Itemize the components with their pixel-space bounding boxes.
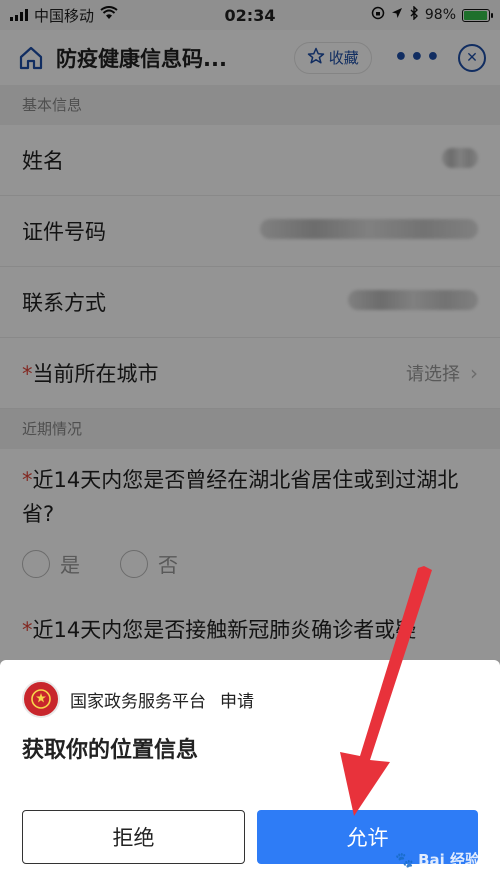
- baidu-watermark: 🐾 Bai 经验: [395, 849, 480, 870]
- permission-title: 获取你的位置信息: [22, 738, 199, 763]
- apply-text: 申请: [220, 691, 254, 712]
- national-emblem-logo: [22, 680, 60, 718]
- deny-button[interactable]: 拒绝: [22, 810, 245, 864]
- app-name: 国家政务服务平台: [70, 691, 206, 712]
- sheet-header: 国家政务服务平台 申请: [22, 680, 478, 718]
- paw-icon: 🐾: [395, 850, 415, 869]
- watermark-text: Bai 经验: [418, 851, 480, 869]
